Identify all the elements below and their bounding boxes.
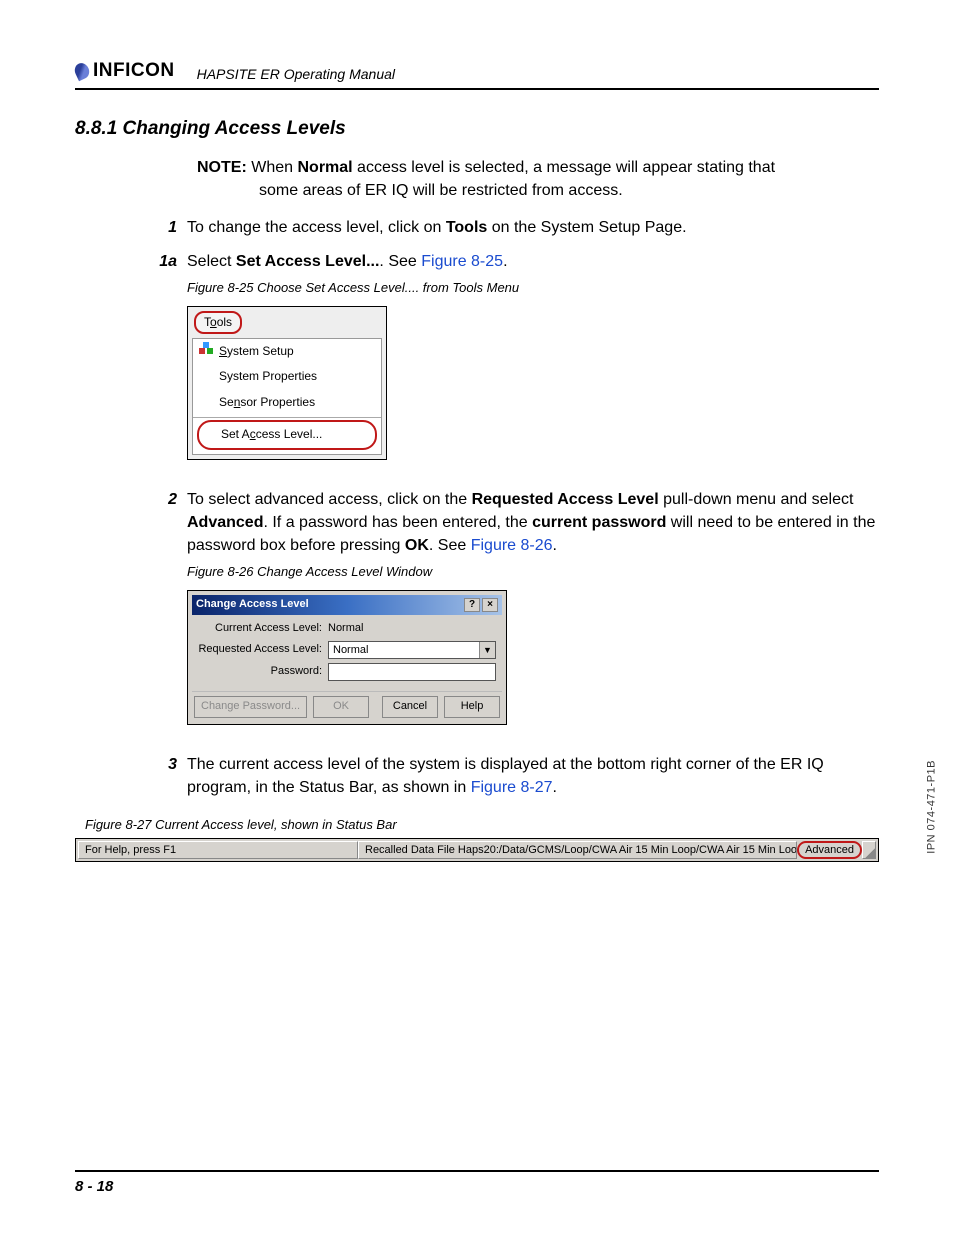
password-input[interactable] <box>328 663 496 681</box>
resize-grip-icon[interactable] <box>862 841 876 859</box>
document-ipn-code: IPN 074-471-P1B <box>926 760 938 854</box>
step-1-t2: on the System Setup Page. <box>487 219 686 236</box>
step-3-body: The current access level of the system i… <box>187 753 879 799</box>
note-bold-normal: Normal <box>297 159 352 176</box>
chevron-down-icon[interactable]: ▼ <box>479 642 495 658</box>
label-current-access: Current Access Level: <box>198 621 328 637</box>
s2-b2: Advanced <box>187 514 263 531</box>
change-password-button[interactable]: Change Password... <box>194 696 307 718</box>
fig-8-26-dialog: Change Access Level ? × Current Access L… <box>187 590 507 725</box>
page-number: 8 - 18 <box>75 1178 113 1195</box>
statusbar-access-level-badge: Advanced <box>797 841 862 859</box>
menu-item-set-access-level[interactable]: Set Access Level... <box>197 420 377 449</box>
s2-t6: . <box>553 537 557 554</box>
note-block: NOTE: When Normal access level is select… <box>197 156 879 202</box>
step-1a-b1: Set Access Level... <box>236 253 380 270</box>
row-requested-access: Requested Access Level: Normal ▼ <box>198 641 496 659</box>
menu-item-system-setup[interactable]: System Setup <box>193 339 381 364</box>
manual-title: HAPSITE ER Operating Manual <box>197 66 395 84</box>
fig-8-25-caption: Figure 8-25 Choose Set Access Level.... … <box>187 279 879 298</box>
step-1a: 1a Select Set Access Level.... See Figur… <box>197 250 879 478</box>
note-text-2: some areas of ER IQ will be restricted f… <box>259 179 879 202</box>
page-header: INFICON HAPSITE ER Operating Manual <box>75 60 879 90</box>
dialog-button-row: Change Password... OK Cancel Help <box>192 691 502 720</box>
mi0-u: S <box>219 344 227 358</box>
fig-8-27-statusbar: For Help, press F1 Recalled Data File Ha… <box>75 838 879 862</box>
fig-8-25-tools-menu: Tools System Setup System Properties Sen… <box>187 306 387 460</box>
fig-8-26-caption: Figure 8-26 Change Access Level Window <box>187 563 879 582</box>
note-text-1a: When <box>251 159 297 176</box>
mi2-pre: Se <box>219 395 234 409</box>
step-2-body: To select advanced access, click on the … <box>187 488 879 743</box>
step-1-number: 1 <box>159 216 187 239</box>
menu-bar: Tools <box>188 307 386 336</box>
tools-menu-tab[interactable]: Tools <box>194 311 242 334</box>
row-current-access: Current Access Level: Normal <box>198 621 496 637</box>
s2-b4: OK <box>405 537 429 554</box>
step-1a-t3: . <box>503 253 507 270</box>
note-label: NOTE: <box>197 159 247 176</box>
titlebar-help-button[interactable]: ? <box>464 598 480 612</box>
help-button[interactable]: Help <box>444 696 500 718</box>
section-heading: 8.8.1 Changing Access Levels <box>75 118 879 140</box>
s2-t2: pull-down menu and select <box>659 491 854 508</box>
content-area: NOTE: When Normal access level is select… <box>197 156 879 799</box>
step-1a-t2: . See <box>379 253 421 270</box>
tools-tab-u: o <box>210 315 217 329</box>
s2-b1: Requested Access Level <box>472 491 659 508</box>
step-2-number: 2 <box>159 488 187 743</box>
row-password: Password: <box>198 663 496 681</box>
label-password: Password: <box>198 664 328 680</box>
step-2: 2 To select advanced access, click on th… <box>197 488 879 743</box>
ok-button[interactable]: OK <box>313 696 369 718</box>
step-3: 3 The current access level of the system… <box>197 753 879 799</box>
requested-access-select[interactable]: Normal ▼ <box>328 641 496 659</box>
menu-item-system-properties[interactable]: System Properties <box>193 364 381 389</box>
titlebar-close-button[interactable]: × <box>482 598 498 612</box>
menu-item-sensor-properties[interactable]: Sensor Properties <box>193 390 381 415</box>
label-requested-access: Requested Access Level: <box>198 642 328 658</box>
logo-mark-icon <box>72 61 91 81</box>
step-1a-number: 1a <box>159 250 187 478</box>
tools-tab-post: ols <box>217 315 232 329</box>
statusbar-help-hint: For Help, press F1 <box>78 841 358 859</box>
s2-t5: . See <box>429 537 471 554</box>
step-1-b1: Tools <box>446 219 487 236</box>
dialog-titlebar[interactable]: Change Access Level ? × <box>192 595 502 615</box>
page-footer: 8 - 18 <box>75 1170 879 1195</box>
s2-t1: To select advanced access, click on the <box>187 491 472 508</box>
button-spacer <box>375 696 376 718</box>
s2-t3: . If a password has been entered, the <box>263 514 532 531</box>
note-text-1b: access level is selected, a message will… <box>353 159 775 176</box>
brand-text: INFICON <box>93 60 175 82</box>
menu-separator <box>193 417 381 418</box>
statusbar-file-path: Recalled Data File Haps20:/Data/GCMS/Loo… <box>358 841 797 859</box>
status-bar: For Help, press F1 Recalled Data File Ha… <box>78 841 876 859</box>
xref-fig-8-25[interactable]: Figure 8-25 <box>421 253 503 270</box>
fig-8-27-caption: Figure 8-27 Current Access level, shown … <box>85 817 879 832</box>
requested-access-value: Normal <box>329 642 479 658</box>
step-1: 1 To change the access level, click on T… <box>197 216 879 239</box>
dialog-title-text: Change Access Level <box>196 597 462 613</box>
step-1-t1: To change the access level, click on <box>187 219 446 236</box>
s3-t2: . <box>553 779 557 796</box>
mi3-post: cess Level... <box>256 427 323 441</box>
xref-fig-8-26[interactable]: Figure 8-26 <box>471 537 553 554</box>
brand-logo: INFICON <box>75 60 175 84</box>
step-1a-t1: Select <box>187 253 236 270</box>
statusbar-access-level-text: Advanced <box>805 844 854 856</box>
dialog-body: Current Access Level: Normal Requested A… <box>192 615 502 687</box>
cancel-button[interactable]: Cancel <box>382 696 438 718</box>
mi3-pre: Set A <box>221 427 250 441</box>
mi2-post: sor Properties <box>240 395 315 409</box>
tools-dropdown: System Setup System Properties Sensor Pr… <box>192 338 382 455</box>
step-1a-body: Select Set Access Level.... See Figure 8… <box>187 250 879 478</box>
s2-b3: current password <box>532 514 666 531</box>
xref-fig-8-27[interactable]: Figure 8-27 <box>471 779 553 796</box>
step-1-body: To change the access level, click on Too… <box>187 216 879 239</box>
mi0-post: ystem Setup <box>227 344 294 358</box>
value-current-access: Normal <box>328 621 363 637</box>
step-3-number: 3 <box>159 753 187 799</box>
